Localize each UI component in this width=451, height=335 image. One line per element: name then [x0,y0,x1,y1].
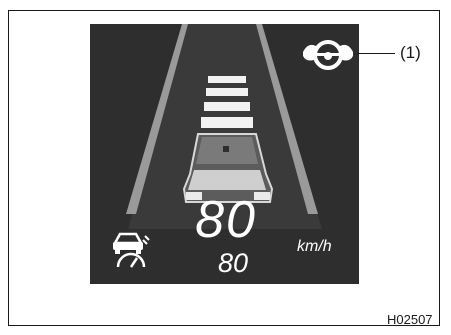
distance-bar-4 [201,117,253,128]
callout-label: (1) [400,43,421,62]
distance-bar-1 [208,76,246,83]
callout-leader-line [357,53,395,54]
steering-wheel-hands-icon [303,40,353,70]
vehicle-rear-window [188,170,266,190]
vehicle-antenna [223,146,229,152]
distance-bar-2 [206,88,248,96]
distance-bar-3 [204,102,250,111]
vehicle-speedometer-icon [112,232,150,268]
set-speed-readout: 80 [217,248,249,278]
speed-unit-label: km/h [297,238,332,255]
current-speed-readout: 80 [195,191,257,249]
figure-reference-code: H02507 [387,312,433,327]
instrument-display: 80 80 km/h [90,24,359,284]
figure-frame: 80 80 km/h (1) H02507 [8,10,440,327]
